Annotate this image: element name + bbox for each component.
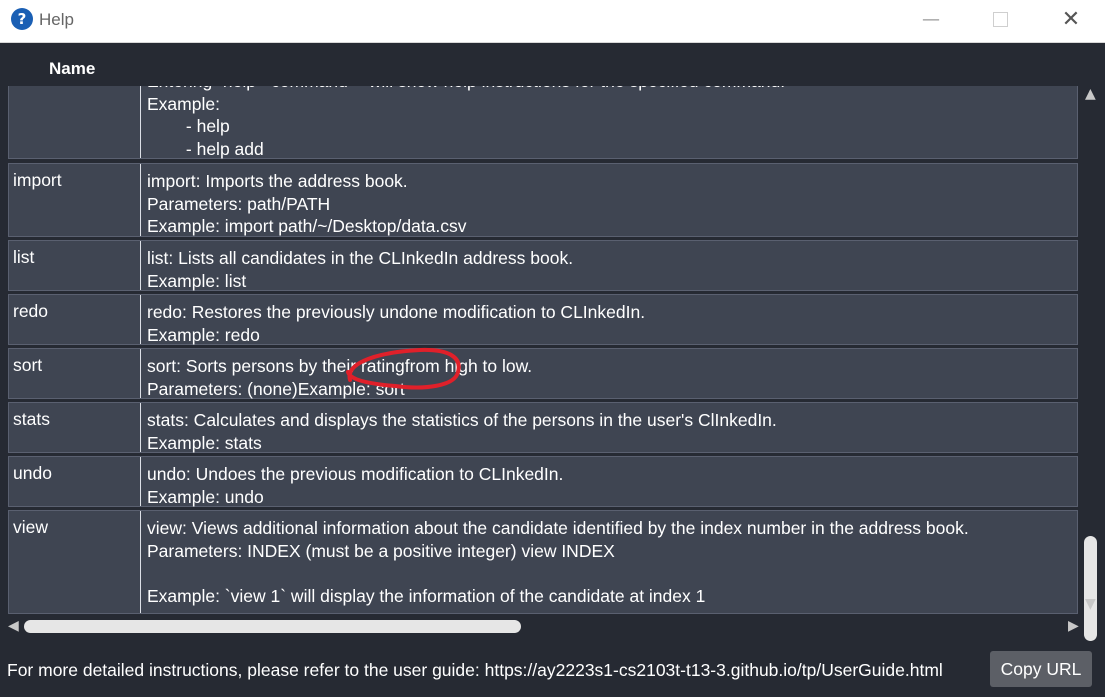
scroll-up-icon[interactable]: ▲ xyxy=(1085,86,1096,102)
column-divider xyxy=(140,349,141,398)
table-body: Entering `help <command>` will show help… xyxy=(0,86,1080,614)
table-row[interactable]: view view: Views additional information … xyxy=(8,510,1078,614)
scroll-right-icon[interactable]: ▶ xyxy=(1068,618,1079,634)
table-row[interactable]: import import: Imports the address book.… xyxy=(8,163,1078,237)
column-divider xyxy=(140,403,141,452)
command-cell: view xyxy=(13,517,49,537)
column-divider xyxy=(140,295,141,344)
column-divider xyxy=(140,164,141,236)
horizontal-scroll-thumb[interactable] xyxy=(24,620,521,633)
description-cell: undo: Undoes the previous modification t… xyxy=(147,464,564,507)
description-cell: Entering `help <command>` will show help… xyxy=(147,86,785,159)
table-row[interactable]: undo undo: Undoes the previous modificat… xyxy=(8,456,1078,507)
description-cell: stats: Calculates and displays the stati… xyxy=(147,410,777,453)
description-cell: view: Views additional information about… xyxy=(147,518,969,606)
command-cell: list xyxy=(13,247,35,267)
table-row[interactable]: redo redo: Restores the previously undon… xyxy=(8,294,1078,345)
close-button[interactable]: ✕ xyxy=(1048,0,1094,40)
column-divider xyxy=(140,511,141,613)
description-cell: import: Imports the address book. Parame… xyxy=(147,171,467,236)
copy-url-button[interactable]: Copy URL xyxy=(990,651,1092,687)
command-cell: stats xyxy=(13,409,50,429)
table-row[interactable]: Entering `help <command>` will show help… xyxy=(8,86,1078,159)
column-header-name[interactable]: Name xyxy=(49,59,95,79)
maximize-button[interactable] xyxy=(977,0,1023,40)
column-divider xyxy=(140,241,141,290)
vertical-scroll-thumb[interactable] xyxy=(1084,536,1097,641)
maximize-icon xyxy=(993,12,1008,27)
column-divider xyxy=(140,86,141,158)
minimize-button[interactable]: — xyxy=(908,0,954,40)
user-guide-text: For more detailed instructions, please r… xyxy=(7,660,943,680)
title-bar: ? Help — ✕ xyxy=(0,0,1105,43)
table-row[interactable]: stats stats: Calculates and displays the… xyxy=(8,402,1078,453)
table-row[interactable]: list list: Lists all candidates in the C… xyxy=(8,240,1078,291)
table-header: Name xyxy=(0,43,1080,83)
description-cell: list: Lists all candidates in the CLInke… xyxy=(147,248,574,291)
column-divider xyxy=(140,457,141,506)
scroll-down-icon[interactable]: ▼ xyxy=(1085,596,1096,612)
description-cell: redo: Restores the previously undone mod… xyxy=(147,302,646,345)
help-table: Name Entering `help <command>` will show… xyxy=(0,43,1105,641)
command-cell: undo xyxy=(13,463,52,483)
command-cell: import xyxy=(13,170,62,190)
table-row[interactable]: sort sort: Sorts persons by their rating… xyxy=(8,348,1078,399)
horizontal-scrollbar[interactable]: ◀ ▶ xyxy=(0,618,1080,638)
command-cell: redo xyxy=(13,301,49,321)
window-title: Help xyxy=(39,10,74,29)
vertical-scrollbar[interactable]: ▲ ▼ xyxy=(1080,86,1105,641)
command-cell: sort xyxy=(13,355,43,375)
scroll-left-icon[interactable]: ◀ xyxy=(8,618,19,634)
question-icon: ? xyxy=(11,8,33,30)
description-cell: sort: Sorts persons by their ratingfrom … xyxy=(147,356,533,399)
